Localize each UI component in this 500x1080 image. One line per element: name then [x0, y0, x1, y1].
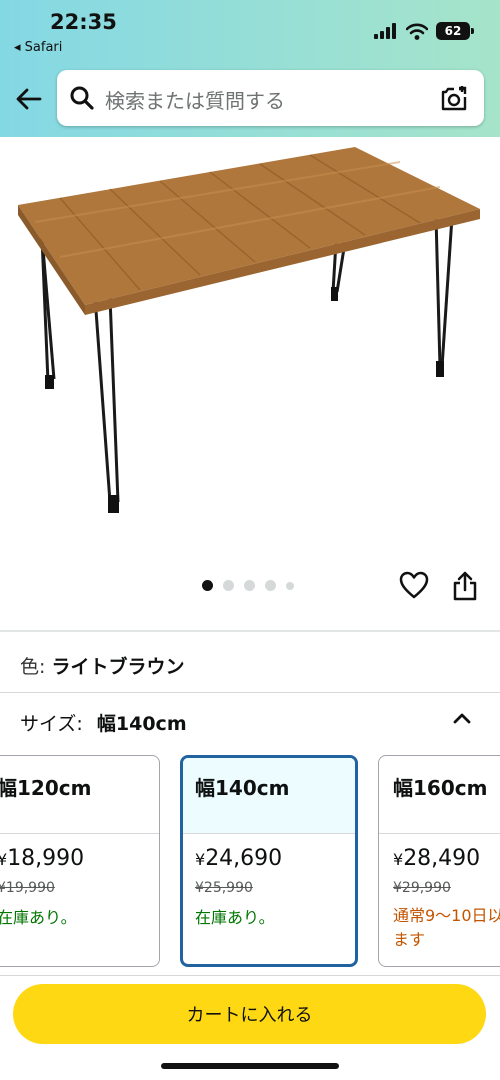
- size-option-shipping-note: 通常9～10日以内に発送します: [393, 906, 500, 949]
- search-input[interactable]: 検索または質問する: [57, 70, 484, 126]
- size-option-card[interactable]: 幅160cm ¥28,490 ¥29,990 通常9～10日以内に発送します: [378, 755, 500, 967]
- size-option-old-price: ¥29,990: [393, 880, 451, 896]
- size-option-price: ¥24,690: [195, 846, 283, 871]
- size-value: 幅140cm: [96, 713, 187, 735]
- heart-icon[interactable]: [398, 570, 430, 600]
- add-to-cart-button[interactable]: カートに入れる: [13, 984, 486, 1044]
- size-option-card[interactable]: 幅120cm ¥18,990 ¥19,990 在庫あり。: [0, 755, 160, 967]
- color-value: ライトブラウン: [51, 656, 185, 678]
- product-image-table[interactable]: [0, 137, 500, 567]
- color-variation-row: 色: ライトブラウン: [20, 652, 184, 679]
- card-divider: [379, 833, 500, 834]
- color-label: 色:: [20, 656, 46, 678]
- size-option-price: ¥18,990: [0, 846, 85, 871]
- size-option-price: ¥28,490: [393, 846, 481, 871]
- chevron-up-icon[interactable]: [450, 708, 474, 728]
- search-icon: [70, 86, 94, 110]
- size-variation-row[interactable]: サイズ: 幅140cm: [20, 709, 187, 736]
- size-option-title: 幅160cm: [393, 776, 488, 800]
- size-option-availability: 在庫あり。: [195, 908, 275, 927]
- wifi-icon: [406, 23, 428, 40]
- size-option-title: 幅120cm: [0, 776, 92, 800]
- size-option-old-price: ¥25,990: [195, 880, 253, 896]
- back-to-safari-link[interactable]: ◂ Safari: [14, 40, 62, 55]
- carousel-dot[interactable]: [244, 580, 255, 591]
- size-option-old-price: ¥19,990: [0, 880, 55, 896]
- top-header: 22:35 ◂ Safari 62 検索または質問する: [0, 0, 500, 137]
- back-arrow-icon[interactable]: [14, 84, 44, 114]
- divider: [0, 630, 500, 632]
- carousel-dot-active[interactable]: [202, 580, 213, 591]
- divider: [0, 975, 500, 976]
- divider: [0, 692, 500, 693]
- size-option-availability: 在庫あり。: [0, 908, 77, 927]
- size-option-title: 幅140cm: [195, 776, 290, 800]
- camera-search-icon[interactable]: [440, 83, 470, 113]
- image-carousel-indicator[interactable]: [202, 580, 294, 591]
- carousel-dot[interactable]: [223, 580, 234, 591]
- carousel-dot[interactable]: [265, 580, 276, 591]
- size-option-card-selected[interactable]: 幅140cm ¥24,690 ¥25,990 在庫あり。: [180, 755, 358, 967]
- cellular-signal-icon: [374, 23, 396, 39]
- status-icons: 62: [374, 22, 474, 40]
- search-placeholder: 検索または質問する: [105, 89, 285, 113]
- carousel-dot[interactable]: [286, 581, 294, 590]
- home-indicator[interactable]: [161, 1063, 339, 1069]
- card-divider: [183, 833, 355, 834]
- battery-level: 62: [444, 24, 462, 38]
- share-icon[interactable]: [450, 570, 480, 602]
- size-label: サイズ:: [20, 713, 83, 735]
- card-divider: [0, 833, 159, 834]
- battery-icon: 62: [436, 22, 474, 40]
- status-time: 22:35: [50, 10, 117, 34]
